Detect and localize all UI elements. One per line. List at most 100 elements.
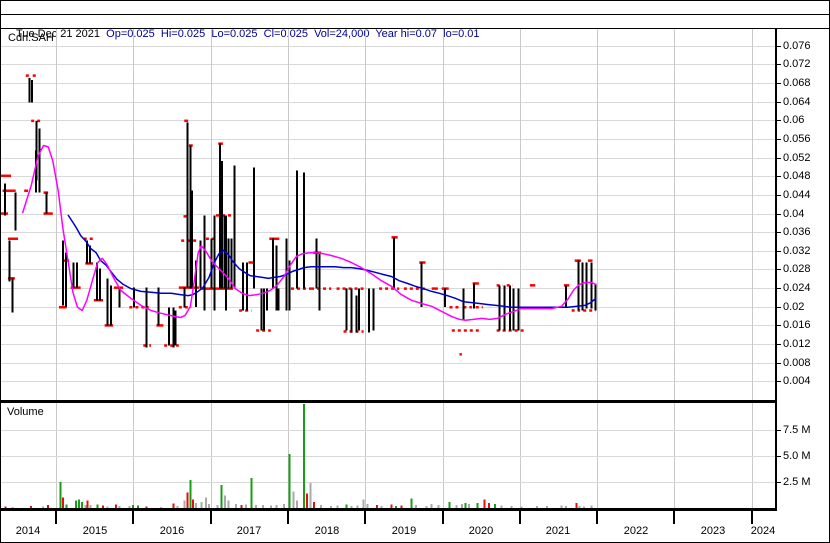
volume-bar — [362, 499, 365, 508]
hilo-bar — [145, 287, 148, 348]
hilo-bar — [350, 288, 353, 333]
volume-bar — [75, 500, 77, 508]
year-tick-mark — [596, 511, 598, 524]
year-label: 2021 — [545, 525, 571, 537]
year-tick-mark — [673, 511, 675, 524]
axis-tick-mark — [777, 83, 781, 84]
axis-tick-mark — [777, 176, 781, 177]
axis-tick-label: 0.064 — [783, 96, 811, 108]
hilo-bar — [133, 287, 135, 308]
hilo-bar — [221, 160, 224, 289]
year-tick-mark — [442, 511, 444, 524]
year-label: 2020 — [468, 525, 494, 537]
hilo-bar — [75, 262, 78, 288]
volume-bar — [296, 500, 299, 508]
year-tick-mark — [364, 511, 366, 524]
hilo-bar — [167, 307, 170, 346]
volume-bar — [220, 485, 223, 508]
hilo-bar — [303, 172, 306, 289]
volume-bar — [78, 499, 81, 508]
axis-tick-label: 0.068 — [783, 77, 811, 89]
axis-tick-label: 0.044 — [783, 189, 811, 201]
symbol-label: Cdn:SAH — [8, 32, 54, 44]
year-label: 2015 — [82, 525, 108, 537]
year-tick-mark — [287, 511, 289, 524]
axis-tick-label: 0.036 — [783, 226, 811, 238]
hilo-bar — [368, 288, 371, 333]
volume-bar — [189, 479, 192, 508]
hilo-bar — [106, 278, 109, 326]
quote-bar: Tue Dec 21 2021 Op=0.025 Hi=0.025 Lo=0.0… — [1, 15, 829, 40]
year-label: 2018 — [314, 525, 340, 537]
hilo-bar — [118, 287, 121, 308]
axis-tick-mark — [777, 307, 781, 308]
volume-bar — [59, 482, 62, 508]
axis-tick-mark — [777, 102, 781, 103]
hilo-bar — [355, 295, 358, 333]
year-label: 2022 — [623, 525, 649, 537]
volume-axis-divider — [1, 508, 777, 511]
axis-tick-mark — [777, 214, 781, 215]
hilo-bar — [203, 215, 206, 311]
hilo-bar — [318, 252, 321, 311]
hilo-bar — [233, 165, 236, 289]
hilo-bar — [8, 240, 11, 282]
hilo-bar — [315, 238, 318, 289]
axis-tick-mark — [777, 46, 781, 47]
hilo-bar — [245, 262, 248, 311]
volume-bar — [309, 483, 312, 508]
hilo-bar — [358, 288, 360, 331]
hilo-bar — [30, 79, 33, 103]
volume-bar — [204, 497, 207, 508]
year-label: 2019 — [391, 525, 417, 537]
hilo-bar — [242, 262, 244, 311]
axis-tick-label: 0.076 — [783, 40, 811, 52]
hilo-bar — [565, 285, 568, 308]
hilo-bar — [14, 192, 17, 231]
axis-tick-label: 0.008 — [783, 357, 811, 369]
hilo-bar — [61, 240, 64, 306]
hilo-bar — [443, 288, 446, 308]
hilo-bar — [172, 307, 175, 348]
axis-tick-label: 0.012 — [783, 338, 811, 350]
hilo-bar — [392, 237, 395, 289]
hilo-bar — [594, 283, 597, 311]
chart-title-bar: Historic Chart for Cdn:SAH by Stockwatch… — [1, 1, 829, 26]
axis-tick-mark — [777, 139, 781, 140]
volume-bar — [186, 492, 189, 508]
axis-tick-mark — [777, 344, 781, 345]
volume-bar — [183, 500, 186, 508]
volume-bar — [483, 499, 486, 508]
hilo-bar — [345, 288, 348, 331]
hilo-bar — [186, 122, 189, 288]
stock-chart-window: Historic Chart for Cdn:SAH by Stockwatch… — [0, 0, 830, 543]
axis-tick-label: 0.052 — [783, 152, 811, 164]
axis-tick-label: 0.028 — [783, 263, 811, 275]
axis-tick-mark — [777, 120, 781, 121]
axis-tick-label: 0.048 — [783, 170, 811, 182]
axis-tick-label: 0.04 — [783, 208, 805, 220]
volume-chart-plot — [1, 403, 775, 508]
price-chart-plot — [1, 29, 775, 400]
volume-bar — [410, 498, 413, 508]
axis-tick-mark — [777, 64, 781, 65]
axis-tick-label: 5.0 M — [783, 450, 811, 462]
hilo-bar — [35, 120, 38, 181]
hilo-bar — [225, 215, 227, 311]
hilo-bar — [272, 238, 275, 289]
axis-tick-mark — [777, 195, 781, 196]
hilo-bar — [503, 285, 506, 331]
volume-bar — [303, 404, 306, 508]
hilo-bar — [3, 183, 6, 216]
year-label: 2017 — [236, 525, 262, 537]
year-tick-mark — [55, 511, 57, 524]
axis-tick-label: 0.016 — [783, 319, 811, 331]
axis-tick-label: 2.5 M — [783, 476, 811, 488]
hilo-bar — [210, 238, 213, 289]
axis-tick-label: 0.004 — [783, 375, 811, 387]
axis-tick-mark — [777, 288, 781, 289]
hilo-bar — [11, 278, 14, 313]
hilo-bar — [109, 285, 112, 326]
volume-bar — [306, 493, 309, 508]
hilo-bar — [227, 238, 230, 289]
